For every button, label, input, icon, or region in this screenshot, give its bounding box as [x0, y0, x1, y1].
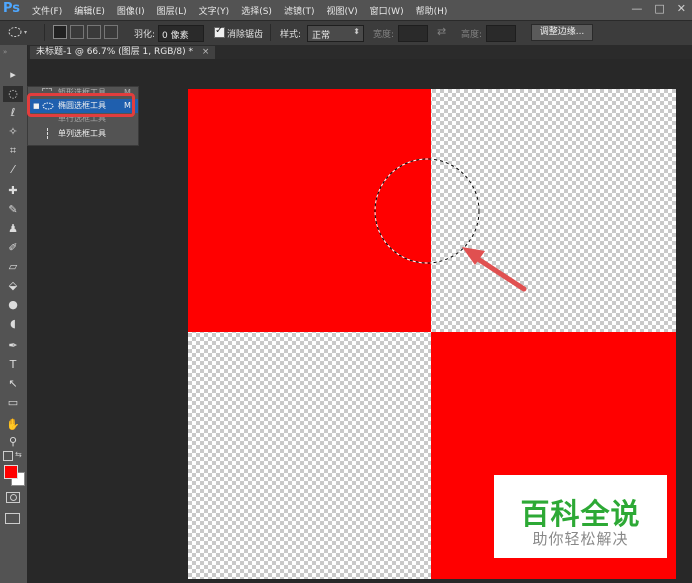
feather-input[interactable]: 0 像素	[158, 25, 204, 42]
toolbar: » ▸ ◌ ℓ ✧ ⌗ ⁄ ✚ ✎ ♟ ✐ ▱ ⬙ ● ◖ ✒ T ↖ ▭ ✋ …	[0, 45, 28, 583]
menu-window[interactable]: 窗口(W)	[370, 4, 404, 17]
menu-edit[interactable]: 编辑(E)	[74, 4, 105, 17]
magic-wand-tool-icon[interactable]: ✧	[3, 124, 23, 140]
menu-type[interactable]: 文字(Y)	[199, 4, 230, 17]
flyout-label-single-column: 单列选框工具	[58, 129, 106, 138]
swap-icon[interactable]: ⇄	[437, 25, 446, 38]
crop-tool-icon[interactable]: ⌗	[3, 143, 23, 159]
style-label: 样式:	[280, 30, 302, 40]
marquee-tool-icon[interactable]: ◌	[3, 86, 23, 102]
menu-layer[interactable]: 图层(L)	[157, 4, 187, 17]
menu-help[interactable]: 帮助(H)	[416, 4, 448, 17]
dropdown-arrow-icon: ⬍	[353, 27, 360, 36]
feather-value: 0 像素	[162, 31, 189, 41]
menu-items: 文件(F) 编辑(E) 图像(I) 图层(L) 文字(Y) 选择(S) 滤镜(T…	[32, 4, 447, 17]
quick-mask-icon[interactable]	[6, 492, 20, 503]
intersect-selection-icon[interactable]	[104, 25, 118, 39]
path-select-tool-icon[interactable]: ↖	[3, 376, 23, 392]
height-label: 高度:	[461, 30, 483, 40]
menu-select[interactable]: 选择(S)	[241, 4, 272, 17]
healing-tool-icon[interactable]: ✚	[3, 183, 23, 199]
watermark-subtitle: 助你轻松解决	[532, 530, 629, 548]
maximize-icon[interactable]: □	[654, 2, 664, 15]
eyedropper-tool-icon[interactable]: ⁄	[3, 162, 23, 178]
hand-tool-icon[interactable]: ✋	[3, 417, 23, 433]
default-colors-icon[interactable]	[3, 451, 13, 461]
add-selection-icon[interactable]	[70, 25, 84, 39]
width-input[interactable]	[398, 25, 428, 42]
new-selection-icon[interactable]	[53, 25, 67, 39]
dodge-tool-icon[interactable]: ◖	[3, 316, 23, 332]
feather-label: 羽化:	[134, 30, 156, 40]
move-tool-icon[interactable]: ▸	[3, 67, 23, 83]
lasso-tool-icon[interactable]: ℓ	[3, 105, 23, 121]
menu-view[interactable]: 视图(V)	[326, 4, 357, 17]
antialias-checkbox[interactable]: ✓	[214, 25, 225, 38]
antialias-label: 消除锯齿	[227, 30, 264, 40]
blur-tool-icon[interactable]: ●	[3, 297, 23, 313]
bucket-tool-icon[interactable]: ⬙	[3, 278, 23, 294]
check-icon: ✓	[215, 25, 224, 36]
close-icon[interactable]: ✕	[677, 2, 686, 15]
stamp-tool-icon[interactable]: ♟	[3, 221, 23, 237]
style-select[interactable]: 正常 ⬍	[307, 25, 364, 42]
foreground-color-swatch[interactable]	[4, 465, 18, 479]
height-input[interactable]	[486, 25, 516, 42]
menu-file[interactable]: 文件(F)	[32, 4, 62, 17]
watermark-logo: 百科全说 助你轻松解决	[494, 475, 667, 558]
arrow-shaft	[475, 256, 527, 292]
highlight-annotation-box	[27, 93, 135, 117]
watermark-title: 百科全说	[520, 497, 641, 531]
divider	[44, 24, 45, 41]
zoom-tool-icon[interactable]: ⚲	[3, 434, 23, 450]
document-tab[interactable]: 未标题-1 @ 66.7% (图层 1, RGB/8) * ×	[30, 46, 216, 59]
eraser-tool-icon[interactable]: ▱	[3, 259, 23, 275]
type-tool-icon[interactable]: T	[3, 357, 23, 373]
pen-tool-icon[interactable]: ✒	[3, 338, 23, 354]
refine-edge-button[interactable]: 调整边缘...	[531, 24, 593, 41]
window-controls: — □ ✕	[631, 2, 686, 15]
style-value: 正常	[312, 31, 331, 41]
minimize-icon[interactable]: —	[631, 2, 642, 15]
menu-image[interactable]: 图像(I)	[117, 4, 145, 17]
photoshop-logo-icon: Ps	[3, 1, 21, 16]
ellipse-marquee-preset-icon[interactable]	[8, 26, 30, 38]
screen-mode-icon[interactable]	[5, 513, 20, 524]
shape-tool-icon[interactable]: ▭	[3, 395, 23, 411]
menu-filter[interactable]: 滤镜(T)	[284, 4, 315, 17]
close-tab-icon[interactable]: ×	[202, 47, 210, 57]
brush-tool-icon[interactable]: ✎	[3, 202, 23, 218]
swap-colors-icon[interactable]: ⇆	[15, 450, 22, 459]
history-brush-tool-icon[interactable]: ✐	[3, 240, 23, 256]
collapse-icon[interactable]: »	[3, 48, 7, 56]
divider	[270, 24, 271, 41]
flyout-item-single-column[interactable]: 单列选框工具	[28, 127, 138, 141]
single-column-icon	[47, 128, 49, 139]
options-bar: 羽化: 0 像素 ✓ 消除锯齿 样式: 正常 ⬍ 宽度: ⇄ 高度: 调整边缘.…	[0, 20, 692, 46]
menu-bar: Ps 文件(F) 编辑(E) 图像(I) 图层(L) 文字(Y) 选择(S) 滤…	[0, 0, 692, 20]
width-label: 宽度:	[373, 30, 395, 40]
document-title: 未标题-1 @ 66.7% (图层 1, RGB/8) *	[36, 47, 193, 57]
subtract-selection-icon[interactable]	[87, 25, 101, 39]
